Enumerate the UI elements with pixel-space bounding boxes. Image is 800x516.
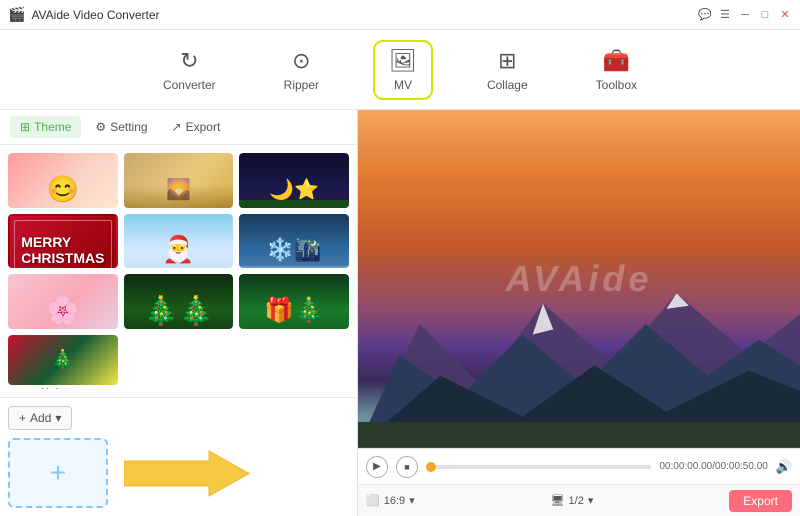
volume-button[interactable]: 🔊 <box>776 459 792 475</box>
page-select[interactable]: 🖥 1/2 ▾ <box>551 494 594 507</box>
play-button[interactable]: ▶ <box>366 456 388 478</box>
nav-collage[interactable]: ⊞ Collage <box>473 42 542 98</box>
toolbox-icon: 🧰 <box>603 48 630 74</box>
close-icon[interactable]: ✕ <box>778 8 792 22</box>
theme-happy[interactable]: 😊 Happy <box>8 153 118 208</box>
tab-export[interactable]: ↗ Export <box>162 116 231 138</box>
app-title: AVAide Video Converter <box>31 8 698 22</box>
theme-beautiful-christmas[interactable]: 🎁🎄 Beautiful Christmas <box>239 274 349 329</box>
tabs: ⊞ Theme ⚙ Setting ↗ Export <box>0 110 357 145</box>
progress-dot <box>426 462 436 472</box>
export-button[interactable]: Export <box>729 490 792 512</box>
minimize-icon[interactable]: ─ <box>738 8 752 22</box>
nav-toolbox-label: Toolbox <box>596 78 637 92</box>
add-icon: + <box>19 411 26 425</box>
page-icon: 🖥 <box>551 494 565 507</box>
theme-grid: 😊 Happy 🌄 Simple 🌙⭐ Christmas Eve <box>0 145 357 397</box>
setting-tab-icon: ⚙ <box>95 120 106 134</box>
tab-setting[interactable]: ⚙ Setting <box>85 116 157 138</box>
nav-ripper[interactable]: ⊙ Ripper <box>270 42 333 98</box>
window-controls: 💬 ☰ ─ □ ✕ <box>698 8 792 22</box>
converter-icon: ↻ <box>180 48 198 74</box>
ripper-icon: ⊙ <box>292 48 310 74</box>
ratio-select[interactable]: ⬜ 16:9 ▾ <box>366 494 415 507</box>
nav-collage-label: Collage <box>487 78 528 92</box>
theme-christmas-label: Christmas <box>8 387 118 390</box>
player-bottom: ⬜ 16:9 ▾ 🖥 1/2 ▾ Export <box>358 484 800 516</box>
nav-toolbox[interactable]: 🧰 Toolbox <box>582 42 651 98</box>
ratio-value: 16:9 <box>384 495 405 507</box>
collage-icon: ⊞ <box>498 48 516 74</box>
theme-christmas-eve[interactable]: 🌙⭐ Christmas Eve <box>239 153 349 208</box>
theme-merry-christmas[interactable]: MERRYCHRISTMAS Merry Christmas <box>8 214 118 269</box>
add-button[interactable]: + Add ▾ <box>8 406 72 430</box>
app-icon: 🎬 <box>8 6 25 23</box>
theme-christmas[interactable]: 🎄 Christmas <box>8 335 118 390</box>
nav-mv[interactable]: 🖼 MV <box>373 40 433 100</box>
theme-christmas-tree[interactable]: 🎄🎄 Christmas Tree <box>124 274 234 329</box>
tab-theme[interactable]: ⊞ Theme <box>10 116 81 138</box>
file-area: + <box>8 438 349 508</box>
main-layout: ⊞ Theme ⚙ Setting ↗ Export 😊 Happy <box>0 110 800 516</box>
stop-button[interactable]: ■ <box>396 456 418 478</box>
mv-icon: 🖼 <box>389 48 417 74</box>
setting-tab-label: Setting <box>110 120 147 134</box>
left-panel: ⊞ Theme ⚙ Setting ↗ Export 😊 Happy <box>0 110 358 516</box>
title-bar: 🎬 AVAide Video Converter 💬 ☰ ─ □ ✕ <box>0 0 800 30</box>
add-dropdown-icon: ▾ <box>55 411 61 425</box>
theme-santa-claus[interactable]: 🎅 Santa Claus <box>124 214 234 269</box>
right-panel: AVAide ▶ ■ 00:00:00.00/00:00:50.00 🔊 ⬜ 1… <box>358 110 800 516</box>
plus-icon: + <box>50 457 66 489</box>
page-dropdown-icon: ▾ <box>588 494 594 507</box>
maximize-icon[interactable]: □ <box>758 8 772 22</box>
preview-background: AVAide <box>358 110 800 448</box>
bottom-area: + Add ▾ + <box>0 397 357 516</box>
player-controls: ▶ ■ 00:00:00.00/00:00:50.00 🔊 <box>358 448 800 484</box>
ratio-dropdown-icon: ▾ <box>409 494 415 507</box>
time-current: 00:00:00.00 <box>659 461 712 472</box>
theme-tab-label: Theme <box>34 120 71 134</box>
preview-watermark: AVAide <box>506 258 653 300</box>
page-value: 1/2 <box>569 495 584 507</box>
add-label: Add <box>30 411 51 425</box>
arrow-svg <box>124 446 254 501</box>
theme-simple[interactable]: 🌄 Simple <box>124 153 234 208</box>
theme-stripes-waves[interactable]: 🌸 Stripes & Waves <box>8 274 118 329</box>
export-tab-icon: ↗ <box>172 120 182 134</box>
time-display: 00:00:00.00/00:00:50.00 <box>659 461 767 472</box>
preview-area: AVAide <box>358 110 800 448</box>
progress-bar[interactable] <box>426 465 651 469</box>
theme-tab-icon: ⊞ <box>20 120 30 134</box>
theme-snowy-night[interactable]: ❄️🌃 Snowy Night <box>239 214 349 269</box>
drop-box[interactable]: + <box>8 438 108 508</box>
nav-converter-label: Converter <box>163 78 216 92</box>
ratio-icon: ⬜ <box>366 494 380 507</box>
arrow-indicator <box>124 446 254 501</box>
time-total: 00:00:50.00 <box>715 461 768 472</box>
nav-ripper-label: Ripper <box>284 78 319 92</box>
export-tab-label: Export <box>186 120 221 134</box>
chat-icon[interactable]: 💬 <box>698 8 712 22</box>
nav-mv-label: MV <box>394 78 412 92</box>
menu-icon[interactable]: ☰ <box>718 8 732 22</box>
nav-converter[interactable]: ↻ Converter <box>149 42 230 98</box>
nav-bar: ↻ Converter ⊙ Ripper 🖼 MV ⊞ Collage 🧰 To… <box>0 30 800 110</box>
